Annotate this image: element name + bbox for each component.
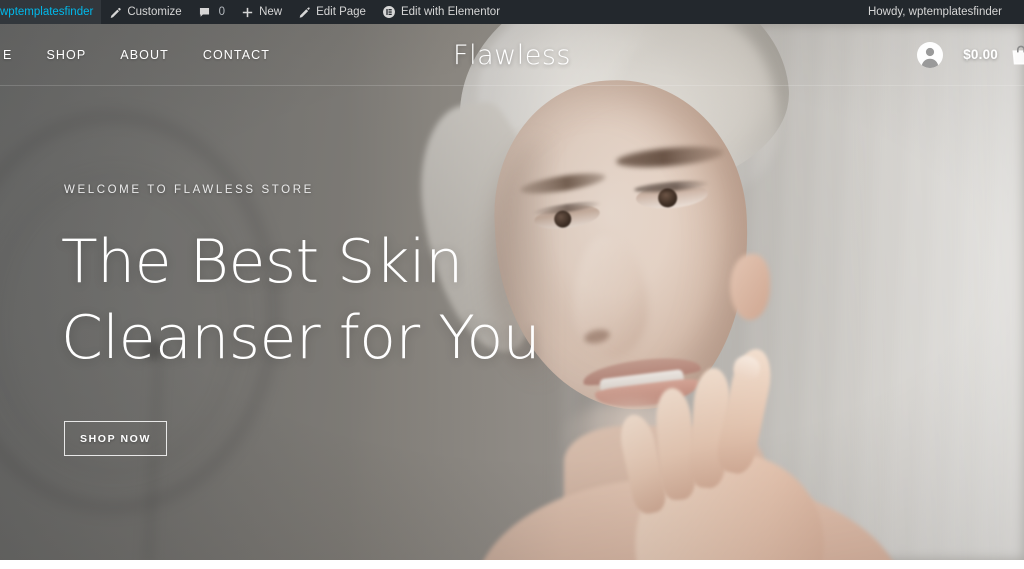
cart-total[interactable]: $0.00 [963, 47, 998, 62]
hero-eyebrow-text: WELCOME TO FLAWLESS STORE [64, 184, 314, 196]
admin-bar-customize-label: Customize [127, 6, 182, 18]
nav-item-about[interactable]: ABOUT [103, 24, 186, 86]
admin-bar-edit-with-elementor[interactable]: Edit with Elementor [374, 0, 508, 24]
page-content-below-hero [0, 560, 1024, 569]
admin-bar-customize[interactable]: Customize [101, 0, 189, 24]
elementor-icon [382, 5, 396, 19]
shopping-bag-icon[interactable] [1010, 44, 1024, 66]
hero-title-line-1: The Best Skin [61, 227, 463, 297]
account-avatar[interactable] [917, 41, 944, 68]
hero-title: The Best Skin Cleanser for You [61, 224, 681, 376]
admin-bar-new-label: New [259, 6, 283, 18]
admin-bar-edit-page-label: Edit Page [316, 6, 366, 18]
admin-bar-howdy-label: Howdy, wptemplatesfinder [867, 6, 1002, 18]
cart-group[interactable]: $0.00 [963, 44, 1024, 66]
admin-bar-elementor-label: Edit with Elementor [400, 6, 501, 18]
admin-bar-my-account[interactable]: Howdy, wptemplatesfinder [860, 0, 1010, 24]
hero-title-line-2: Cleanser for You [61, 303, 541, 373]
admin-bar-site-name[interactable]: wptemplatesfinder [0, 0, 102, 24]
hero-section: WELCOME TO FLAWLESS STORE The Best Skin … [0, 24, 1024, 560]
plus-icon [241, 6, 254, 19]
primary-navigation: E SHOP ABOUT CONTACT [0, 24, 287, 86]
paintbrush-icon [109, 6, 122, 19]
wp-admin-bar: wptemplatesfinder Customize 0 New Edit P… [0, 0, 1024, 24]
site-logo-link[interactable]: Flawless [453, 40, 571, 71]
site-header: E SHOP ABOUT CONTACT Flawless $0.00 [0, 24, 1024, 86]
admin-bar-comments[interactable]: 0 [190, 0, 233, 24]
admin-bar-site-name-label: wptemplatesfinder [0, 6, 94, 18]
admin-bar-left-group: wptemplatesfinder Customize 0 New Edit P… [0, 0, 508, 24]
user-avatar-icon [917, 41, 944, 68]
admin-bar-edit-page[interactable]: Edit Page [290, 0, 374, 24]
admin-bar-right-group: Howdy, wptemplatesfinder [860, 0, 1024, 24]
shop-now-button[interactable]: SHOP NOW [64, 421, 167, 456]
hero-content: WELCOME TO FLAWLESS STORE The Best Skin … [61, 24, 624, 560]
pencil-icon [298, 6, 311, 19]
nav-item-home[interactable]: E [0, 24, 29, 86]
comment-bubble-icon [198, 6, 211, 19]
admin-bar-comments-count: 0 [218, 6, 226, 18]
nav-item-shop[interactable]: SHOP [29, 24, 103, 86]
admin-bar-new-content[interactable]: New [233, 0, 290, 24]
nav-item-contact[interactable]: CONTACT [186, 24, 287, 86]
header-right-group: $0.00 [917, 41, 1024, 68]
